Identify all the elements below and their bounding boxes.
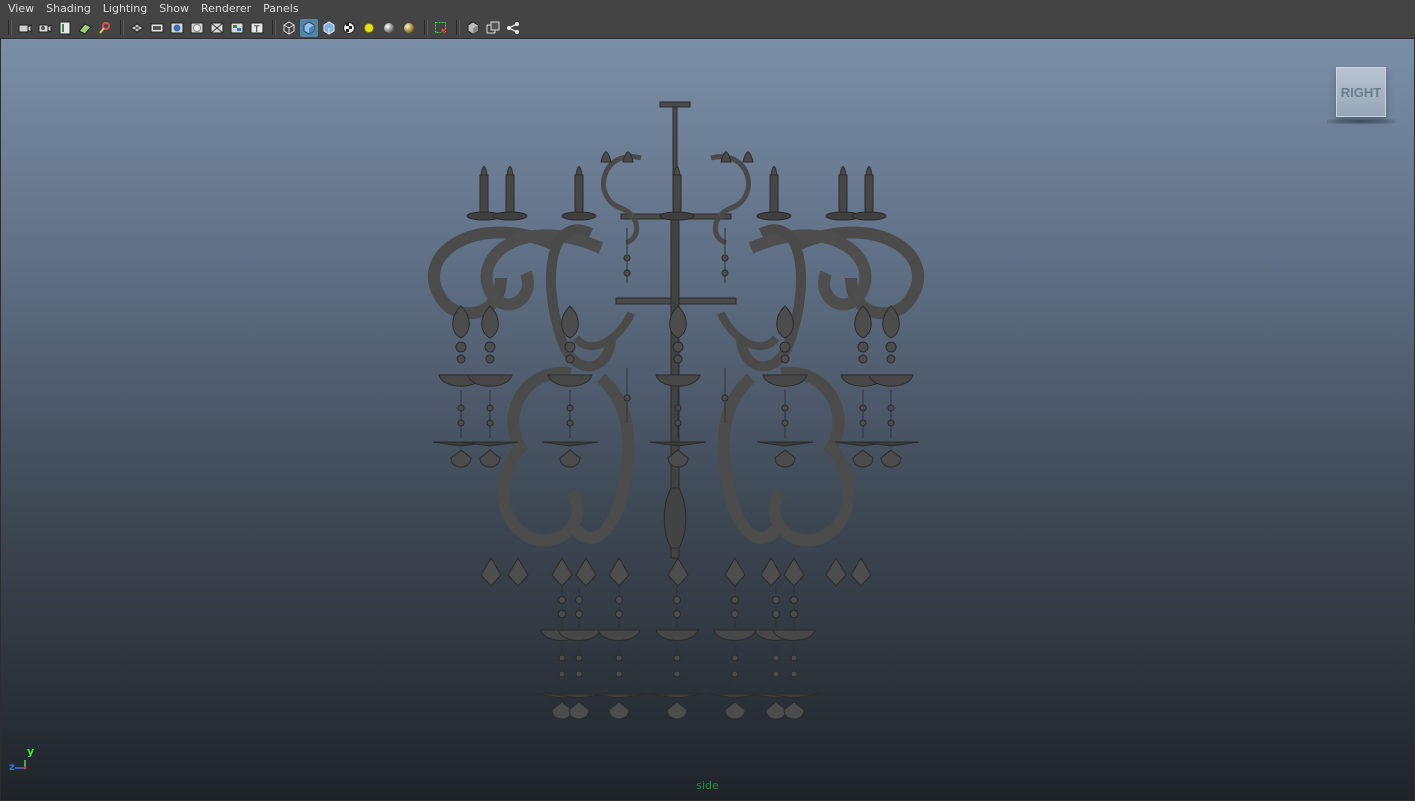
axis-y-label: y — [27, 745, 35, 758]
svg-text:T: T — [253, 25, 260, 35]
chandelier-model[interactable] — [1, 38, 1414, 800]
resolution-gate-icon[interactable] — [168, 19, 186, 37]
toolbar-separator — [272, 20, 276, 35]
menu-shading[interactable]: Shading — [40, 0, 97, 17]
smooth-shade-icon[interactable] — [300, 18, 318, 37]
camera-name-label: side — [696, 779, 719, 792]
menu-show[interactable]: Show — [153, 0, 195, 17]
grid-icon[interactable] — [128, 19, 146, 37]
select-camera-icon[interactable] — [16, 19, 34, 37]
2d-pan-zoom-icon[interactable] — [96, 19, 114, 37]
safe-action-icon[interactable] — [228, 19, 246, 37]
toolbar-separator — [8, 20, 12, 35]
menu-view[interactable]: View — [0, 0, 40, 17]
image-plane-icon[interactable] — [76, 19, 94, 37]
wireframe-icon[interactable] — [280, 19, 298, 37]
shade-with-wire-icon[interactable] — [320, 19, 338, 37]
viewcube-shadow — [1327, 119, 1395, 124]
camera-attributes-icon[interactable] — [36, 19, 54, 37]
3d-viewport[interactable]: RIGHT y z side — [1, 38, 1414, 800]
ambient-occlusion-icon[interactable] — [400, 19, 418, 37]
isolate-select-icon[interactable] — [432, 19, 450, 37]
safe-title-icon[interactable]: T — [248, 19, 266, 37]
textured-icon[interactable] — [340, 19, 358, 37]
toolbar-separator — [120, 20, 124, 35]
toolbar-separator — [456, 20, 460, 35]
film-gate-icon[interactable] — [148, 19, 166, 37]
axis-gizmo: y z — [7, 745, 47, 781]
maya-panel: View Shading Lighting Show Renderer Pane… — [0, 0, 1415, 801]
viewcube[interactable]: RIGHT — [1336, 67, 1386, 117]
menu-renderer[interactable]: Renderer — [195, 0, 257, 17]
shadows-icon[interactable] — [380, 19, 398, 37]
use-all-lights-icon[interactable] — [360, 19, 378, 37]
bookmarks-icon[interactable] — [56, 19, 74, 37]
menu-lighting[interactable]: Lighting — [97, 0, 153, 17]
xray-joints-icon[interactable] — [484, 19, 502, 37]
viewcube-label: RIGHT — [1340, 84, 1382, 100]
panel-toolbar: T — [0, 17, 1415, 38]
toolbar-separator — [424, 20, 428, 35]
axis-z-label: z — [9, 762, 15, 773]
xray-icon[interactable] — [464, 19, 482, 37]
field-chart-icon[interactable] — [208, 19, 226, 37]
menu-panels[interactable]: Panels — [257, 0, 304, 17]
xray-components-icon[interactable] — [504, 19, 522, 37]
gate-mask-icon[interactable] — [188, 19, 206, 37]
panel-menu-bar: View Shading Lighting Show Renderer Pane… — [0, 0, 1415, 17]
